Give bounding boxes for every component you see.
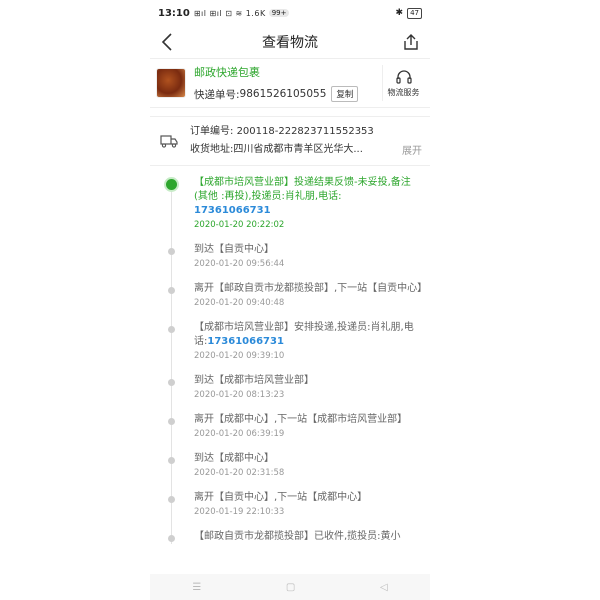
- timeline-event: 到达【成都市培风营业部】 2020-01-20 08:13:23: [168, 374, 424, 400]
- event-time: 2020-01-20 20:22:02: [194, 220, 285, 230]
- timeline-dot: [168, 379, 175, 386]
- current-status-dot: [166, 179, 177, 190]
- timeline-dot: [168, 326, 175, 333]
- event-time: 2020-01-20 09:39:10: [194, 351, 285, 361]
- timeline-dot: [168, 457, 175, 464]
- service-label: 物流服务: [387, 87, 420, 97]
- event-time: 2020-01-19 22:10:33: [194, 507, 285, 517]
- event-text: 离开【邮政自贡市龙都揽投部】,下一站【自贡中心】: [194, 283, 428, 294]
- timeline-event: 【成都市培风营业部】安排投递,投递员:肖礼朋,电话:17361066731 20…: [168, 321, 424, 361]
- timeline-dot: [168, 496, 175, 503]
- event-text: 到达【成都市培风营业部】: [194, 375, 314, 386]
- home-icon[interactable]: ▢: [286, 582, 295, 593]
- timeline-event: 【成都市培风营业部】投递结果反馈-未妥投,备注(其他 :再投),投递员:肖礼朋,…: [166, 176, 424, 230]
- delivery-address: 四川省成都市青羊区光华大...: [233, 144, 363, 155]
- page-title: 查看物流: [262, 35, 318, 51]
- order-number: 200118-222823711552353: [236, 126, 374, 137]
- tracking-number: 9861526105055: [239, 88, 327, 100]
- timeline-dot: [168, 535, 175, 542]
- timeline-event: 离开【成都中心】,下一站【成都市培风营业部】 2020-01-20 06:39:…: [168, 413, 424, 439]
- order-label: 订单编号:: [190, 126, 237, 137]
- courier-phone-link[interactable]: 17361066731: [207, 336, 284, 347]
- event-time: 2020-01-20 09:40:48: [194, 298, 285, 308]
- product-thumbnail[interactable]: [156, 68, 186, 98]
- menu-icon[interactable]: ☰: [192, 582, 201, 593]
- status-time: 13:10: [158, 7, 190, 19]
- event-text: 离开【自贡中心】,下一站【成都中心】: [194, 492, 368, 503]
- back-button[interactable]: [156, 30, 178, 54]
- event-time: 2020-01-20 08:13:23: [194, 390, 285, 400]
- back-icon[interactable]: ◁: [380, 582, 388, 593]
- timeline-event: 离开【邮政自贡市龙都揽投部】,下一站【自贡中心】 2020-01-20 09:4…: [168, 282, 428, 308]
- share-icon: [404, 34, 418, 50]
- expand-button[interactable]: 展开: [402, 142, 422, 157]
- event-text: 离开【成都中心】,下一站【成都市培风营业部】: [194, 414, 408, 425]
- courier-phone-link[interactable]: 17361066731: [194, 205, 271, 216]
- tracking-timeline: 【成都市培风营业部】投递结果反馈-未妥投,备注(其他 :再投),投递员:肖礼朋,…: [150, 166, 430, 544]
- address-label: 收货地址:: [190, 144, 234, 155]
- event-text: 【邮政自贡市龙都揽投部】已收件,揽投员:黄小: [194, 531, 401, 542]
- event-time: 2020-01-20 02:31:58: [194, 468, 285, 478]
- event-text: 到达【成都中心】: [194, 453, 274, 464]
- signal-icons: ⊞ıl ⊞ıl ⊡ ≋ 1.6K: [193, 8, 266, 18]
- timeline-event: 【邮政自贡市龙都揽投部】已收件,揽投员:黄小: [168, 530, 424, 544]
- event-text: 【成都市培风营业部】投递结果反馈-未妥投,备注(其他 :再投),投递员:肖礼朋,…: [194, 177, 411, 202]
- truck-icon: [158, 134, 180, 148]
- logistics-service-button[interactable]: 物流服务: [382, 65, 424, 101]
- timeline-line: [171, 180, 172, 544]
- headset-icon: [395, 69, 412, 84]
- copy-button[interactable]: 复制: [331, 86, 359, 102]
- share-button[interactable]: [400, 30, 422, 54]
- battery-icon: 47: [407, 7, 422, 19]
- timeline-dot: [168, 248, 175, 255]
- timeline-dot: [168, 418, 175, 425]
- notification-badge: 99+: [268, 9, 290, 17]
- phone-screen: 13:10 ⊞ıl ⊞ıl ⊡ ≋ 1.6K 99+ ✱ 47 查看物流 邮政快…: [150, 0, 430, 600]
- event-time: 2020-01-20 06:39:19: [194, 429, 285, 439]
- event-text: 到达【自贡中心】: [194, 244, 274, 255]
- status-bar: 13:10 ⊞ıl ⊞ıl ⊡ ≋ 1.6K 99+ ✱ 47: [150, 0, 430, 26]
- timeline-event: 到达【成都中心】 2020-01-20 02:31:58: [168, 452, 424, 478]
- package-card: 邮政快递包裹 快递单号: 9861526105055 复制 物流服务: [150, 58, 430, 108]
- event-time: 2020-01-20 09:56:44: [194, 259, 285, 269]
- bluetooth-icon: ✱: [395, 8, 404, 18]
- nav-bar: 查看物流: [150, 26, 430, 58]
- carrier-name: 邮政快递包裹: [194, 66, 260, 79]
- timeline-event: 到达【自贡中心】 2020-01-20 09:56:44: [168, 243, 424, 269]
- timeline-dot: [168, 287, 175, 294]
- timeline-event: 离开【自贡中心】,下一站【成都中心】 2020-01-19 22:10:33: [168, 491, 424, 517]
- order-card: 订单编号: 200118-222823711552353 收货地址: 四川省成都…: [150, 116, 430, 166]
- tracking-label: 快递单号:: [194, 88, 240, 101]
- system-nav-bar: ☰ ▢ ◁: [150, 574, 430, 600]
- chevron-left-icon: [161, 33, 172, 51]
